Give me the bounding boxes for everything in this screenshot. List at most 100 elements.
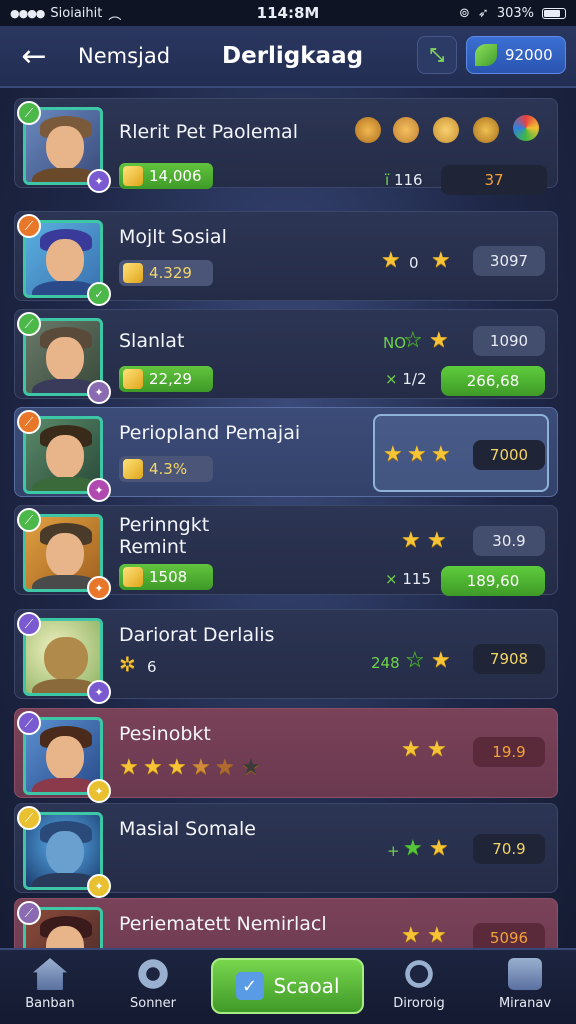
star-icon: ★ [431,442,451,467]
primary-action-button[interactable]: ✓ Scaoal [211,958,364,1014]
star-icon: ★ [381,248,401,273]
class-badge-icon: ✦ [87,680,111,704]
gear-icon [136,958,170,990]
status-bar: ●●●● Sioiaihit ︵ 114:8M ⊚ ➶ 303% [0,0,576,26]
player-name: Dariorat Derlalis [119,624,275,646]
star-icon: ★ [429,836,449,861]
nav-label: Banban [25,996,75,1011]
nav-label: Diroroig [393,996,445,1011]
score-value: 4.329 [149,264,192,282]
location-icon: ➶ [477,5,489,21]
level-badge-icon: ⟋ [17,101,41,125]
dark-star-icon: ★ [241,755,261,780]
star-icon: ★ [429,328,449,353]
status-time: 114:8M [256,4,320,22]
nav-menu[interactable]: Miranav [480,958,570,1022]
star-count: 0 [409,254,419,272]
stat-value-highlight: 266,68 [441,366,545,396]
coin-icon [123,166,143,186]
star-icon: ★ [427,737,447,762]
star-icon: ★ [431,648,451,673]
list-item[interactable]: ⟋ Periematett Nemirlacl ★ ★ 5096 [14,898,558,948]
class-badge-icon: ✦ [87,779,111,803]
list-item[interactable]: ⟋ ✦ Pesinobkt ★ ★ ★ ★ ★ ★ ★ ★ 19.9 [14,708,558,803]
score-pill: 1508 [119,564,213,590]
player-name: Periematett Nemirlacl [119,913,327,935]
star-outline-icon: ☆ [403,328,423,353]
star-icon: ★ [401,737,421,762]
nav-home[interactable]: Banban [5,958,95,1022]
star-icon: ★ [427,923,447,948]
rank-change: ⨯ 1/2 [385,370,427,388]
stat-value: 37 [441,165,547,195]
back-button[interactable]: ← [8,31,60,81]
reward-icon [473,117,499,143]
star-icon: ★ [403,836,423,861]
list-item[interactable]: ⟋ ✦ Rlerit Pet Paolemal 14,006 ı̈ 116 37 [14,98,558,195]
coin-icon [123,369,143,389]
signal-dots-icon: ●●●● [10,6,45,20]
star-icon: ★ [167,755,187,780]
currency-value: 92000 [505,46,553,64]
header-left-title[interactable]: Nemsjad [78,44,218,68]
reward-icon [393,117,419,143]
bottom-nav: Banban Sonner ✓ Scaoal Diroroig Miranav [0,948,576,1024]
gem-icon [513,115,539,141]
list-item[interactable]: ⟋ ✦ Slanlat 22,29 NO ☆ ★ 1090 ⨯ 1/2 266,… [14,309,558,404]
star-icon: ★ [401,923,421,948]
class-badge-icon: ✦ [87,874,111,898]
list-item[interactable]: ⟋ ✦ Perinngkt Remint 1508 ★ ★ 30.9 ⨯ 115… [14,505,558,600]
level-badge-icon: ⟋ [17,612,41,636]
class-badge-icon: ✦ [87,576,111,600]
stat-value: 19.9 [473,737,545,767]
player-name: Perinngkt Remint [119,514,210,558]
player-name: Periopland Pemajai [119,422,301,444]
score-value: 14,006 [149,167,202,185]
battery-percent: 303% [496,5,534,21]
star-icon: ★ [407,442,427,467]
star-icon: ★ [431,248,451,273]
star-icon: ★ [215,755,235,780]
class-badge-icon: ✦ [87,478,111,502]
search-icon [402,958,436,990]
star-icon: ★ [401,528,421,553]
score-pill: 4.329 [119,260,213,286]
score-pill: 22,29 [119,366,213,392]
player-name: Mojlt Sosial [119,226,227,248]
list-item[interactable]: ⟋ ✦ Dariorat Derlalis ✲ 6 248 ☆ ★ 7908 [14,609,558,704]
plus-label: + [387,842,400,860]
stat-value: 1090 [473,326,545,356]
level-badge-icon: ⟋ [17,806,41,830]
class-badge-icon: ✦ [87,380,111,404]
star-outline-icon: ☆ [405,648,425,673]
alarm-icon: ⊚ [459,5,470,21]
coin-icon [123,567,143,587]
star-icon: ★ [383,442,403,467]
rank-change: ⨯ 115 [385,570,431,588]
stat-value: 7000 [473,440,545,470]
player-name: Masial Somale [119,818,256,840]
filter-button[interactable]: ⤡ [417,36,457,74]
score-pill: 4.3% [119,456,213,482]
leaf-currency-icon [475,44,497,66]
reward-icon [355,117,381,143]
reward-icon [433,117,459,143]
list-item[interactable]: ⟋ ✓ Mojlt Sosial 4.329 ★ 0 ★ 3097 [14,211,558,306]
class-badge-icon: ✦ [87,169,111,193]
nav-settings[interactable]: Sonner [108,958,198,1022]
battery-icon [542,7,566,19]
level-badge-icon: ⟋ [17,901,41,925]
class-badge-icon: ✓ [87,282,111,306]
stat-value: 5096 [473,923,545,948]
stat-value: 3097 [473,246,545,276]
nav-label: Sonner [129,996,177,1011]
list-item-selected[interactable]: ⟋ ✦ Periopland Pemajai 4.3% ★ ★ ★ 7000 [14,407,558,502]
score-value: 22,29 [149,370,192,388]
score-pill: 14,006 [119,163,213,189]
level-value: 6 [147,658,157,676]
star-icon: ★ [427,528,447,553]
list-item[interactable]: ⟋ ✦ Masial Somale + ★ ★ 70.9 [14,803,558,898]
currency-display[interactable]: 92000 [466,36,566,74]
player-name: Slanlat [119,330,185,352]
nav-search[interactable]: Diroroig [374,958,464,1022]
